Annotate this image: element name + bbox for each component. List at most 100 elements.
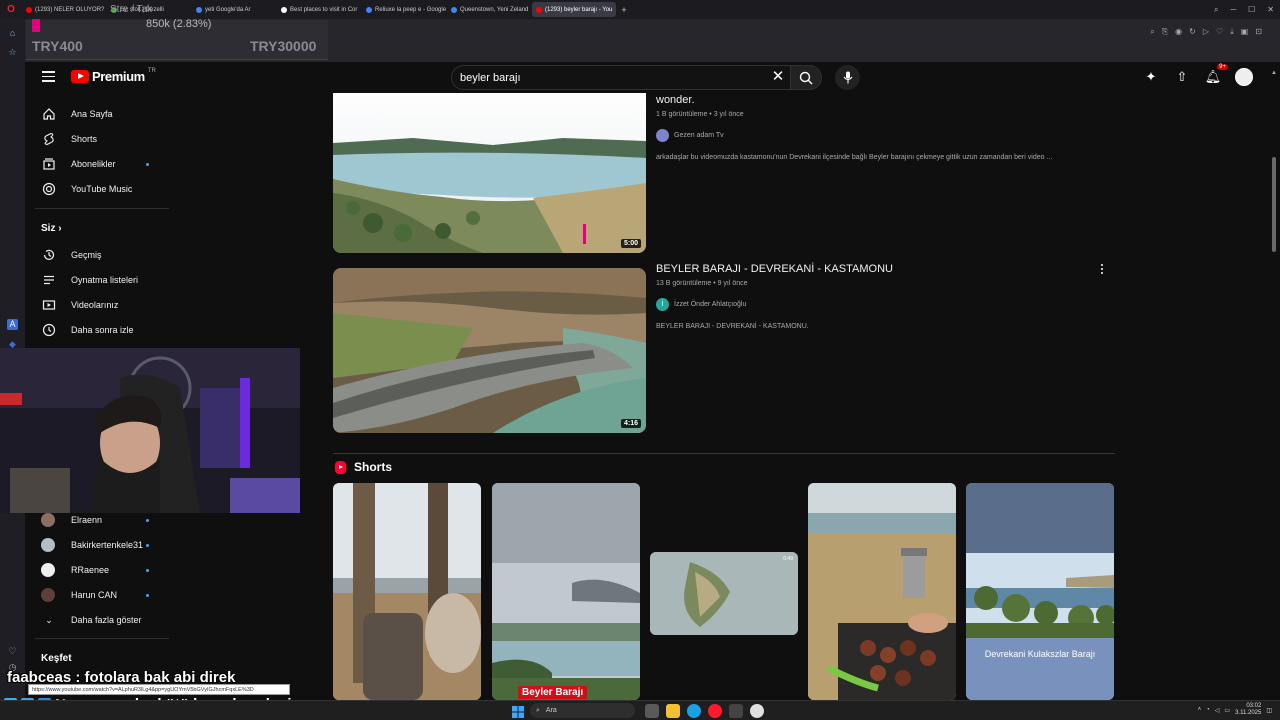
chevron-down-icon: ⌄ <box>45 614 53 625</box>
video-thumbnail[interactable]: 4:16 <box>333 268 646 433</box>
avatar[interactable] <box>1235 68 1253 86</box>
browser-tab[interactable]: (1293) beyler barajı - You <box>532 2 616 17</box>
notifications-icon[interactable]: 🔔︎ 9+ <box>1204 64 1228 86</box>
sidebar-you-heading[interactable]: Siz › <box>41 223 62 234</box>
sidebar-item[interactable]: Harun CAN <box>25 583 170 607</box>
search-input[interactable]: beyler barajı <box>451 65 811 90</box>
shorts-icon <box>41 131 57 147</box>
app-icon[interactable]: A <box>7 319 18 330</box>
edge-icon[interactable] <box>687 704 701 718</box>
sidebar-item[interactable]: Abonelikler <box>25 152 170 176</box>
more-actions-button[interactable] <box>1097 261 1107 277</box>
new-content-dot <box>146 162 149 166</box>
channel-link[interactable]: Gezen adam Tv <box>656 129 724 142</box>
sidebar-explore-heading: Keşfet <box>41 653 72 664</box>
show-more-button[interactable]: ⌄ Daha fazla göster <box>25 608 170 632</box>
video-title[interactable]: BEYLER BARAJI - DEVREKANİ - KASTAMONU <box>656 263 893 275</box>
menu-icon[interactable] <box>42 71 55 82</box>
speaker-icon[interactable]: ◁ <box>1215 707 1220 714</box>
sidebar-item[interactable]: Bakirkertenkele31 <box>25 533 170 557</box>
video-thumbnail[interactable]: 5:00 <box>333 93 646 253</box>
start-icon[interactable] <box>512 705 524 718</box>
refresh-icon[interactable]: ↻ <box>1189 27 1196 37</box>
task-view-icon[interactable] <box>645 704 659 718</box>
download-icon[interactable]: ⤓ <box>1230 27 1234 37</box>
file-explorer-icon[interactable] <box>666 704 680 718</box>
tab-favicon-icon <box>196 6 202 13</box>
system-tray: ˄ ◔ ◁ ▭ 03:02 3.11.2025 ◫ <box>1198 703 1272 717</box>
clock[interactable]: 03:02 3.11.2025 <box>1235 703 1261 717</box>
taskbar-search[interactable]: ⌕ Ara <box>530 703 635 718</box>
tab-label: yeti Google'da Ar <box>205 6 251 13</box>
sidebar-item[interactable]: YouTube Music <box>25 177 170 201</box>
new-tab-button[interactable]: + <box>617 5 631 15</box>
short-card[interactable] <box>333 483 481 700</box>
heart-icon[interactable]: ♡ <box>1216 27 1223 37</box>
music-icon <box>41 181 57 197</box>
chevron-up-icon[interactable]: ˄ <box>1198 707 1202 713</box>
sidebar-item[interactable]: Ana Sayfa <box>25 102 170 126</box>
sidebar-item[interactable]: RRaenee <box>25 558 170 582</box>
battery-icon[interactable]: ▭ <box>1224 707 1230 714</box>
network-icon[interactable]: ◔ <box>1206 707 1210 713</box>
upload-icon[interactable]: ⇧ <box>1173 68 1191 86</box>
search-button[interactable] <box>790 65 822 90</box>
play-icon[interactable]: ▷ <box>1203 27 1209 37</box>
search-tabs-icon[interactable]: ⌕ <box>1214 5 1218 15</box>
sidebar-item[interactable]: Daha sonra izle <box>25 318 170 342</box>
browser-tab[interactable]: (1293) NELER OLUYOR? !i <box>22 2 106 17</box>
app-icon[interactable] <box>750 704 764 718</box>
browser-tab[interactable]: yeti Google'da Ar <box>192 2 276 17</box>
sidebar-item-label: Harun CAN <box>71 590 118 600</box>
sidebar-item[interactable]: Geçmiş <box>25 243 170 267</box>
opera-icon[interactable] <box>708 704 722 718</box>
scrollbar-thumb[interactable] <box>1272 157 1276 252</box>
tab-favicon-icon <box>451 6 457 13</box>
create-icon[interactable]: ✦ <box>1142 68 1160 86</box>
section-divider <box>333 453 1115 454</box>
home-icon[interactable]: ⌂ <box>7 28 18 39</box>
sidebar-item[interactable]: Shorts <box>25 127 170 151</box>
voice-search-button[interactable] <box>835 65 860 90</box>
sidebar-item-label: Daha sonra izle <box>71 325 134 335</box>
clear-search-icon[interactable]: ✕ <box>767 66 789 88</box>
star-icon[interactable]: ☆ <box>7 47 18 58</box>
new-content-dot <box>146 593 149 597</box>
channel-avatar <box>656 129 669 142</box>
sidebar-item-label: RRaenee <box>71 565 110 575</box>
tab-favicon-icon <box>26 6 32 13</box>
sidebar-item[interactable]: Oynatma listeleri <box>25 268 170 292</box>
settings-icon[interactable] <box>729 704 743 718</box>
notification-badge: 9+ <box>1217 64 1228 70</box>
search-icon <box>799 71 813 84</box>
youtube-play-icon <box>71 70 89 83</box>
camera-icon[interactable]: ◉ <box>1175 27 1182 37</box>
browser-tab[interactable]: Best places to visit in Cor <box>277 2 361 17</box>
browser-tab[interactable]: Queenstown, Yeni Zeland <box>447 2 531 17</box>
short-title: Devrekani Kulakszlar Barajı <box>984 649 1096 659</box>
video-title[interactable]: wonder. <box>656 94 695 106</box>
scroll-up-icon[interactable]: ▲ <box>1271 70 1277 82</box>
minimize-button[interactable]: ─ <box>1230 5 1236 14</box>
avatar <box>41 563 55 577</box>
wallet-icon[interactable]: ▣ <box>1241 27 1249 37</box>
short-card[interactable]: Devrekani Kulakszlar Barajı <box>966 483 1114 700</box>
heart-icon[interactable]: ♡ <box>7 646 18 657</box>
browser-tab[interactable]: Reliuxe la peep e - Google <box>362 2 446 17</box>
maximize-button[interactable]: ☐ <box>1248 5 1255 14</box>
opera-logo-icon[interactable]: O <box>0 0 22 19</box>
subscriptions-icon <box>41 156 57 172</box>
short-card[interactable]: 0:49 <box>650 552 798 635</box>
share-icon[interactable]: ⎘ <box>1162 27 1168 37</box>
close-window-button[interactable]: ✕ <box>1267 5 1274 14</box>
youtube-logo[interactable]: Premium TR <box>71 68 156 84</box>
lock-icon[interactable]: ⊡ <box>1255 27 1262 37</box>
sidebar-item[interactable]: Videolarınız <box>25 293 170 317</box>
tab-label: (1293) beyler barajı - You <box>545 6 613 13</box>
short-card[interactable] <box>808 483 956 700</box>
zoom-icon[interactable]: ⌕ <box>1150 27 1154 37</box>
channel-link[interactable]: İ İzzet Önder Ahlatçıoğlu <box>656 298 746 311</box>
notification-center-icon[interactable]: ◫ <box>1266 707 1272 714</box>
short-overlay-label: Beyler Barajı <box>518 686 588 699</box>
short-card[interactable]: Beyler Barajı <box>492 483 640 700</box>
